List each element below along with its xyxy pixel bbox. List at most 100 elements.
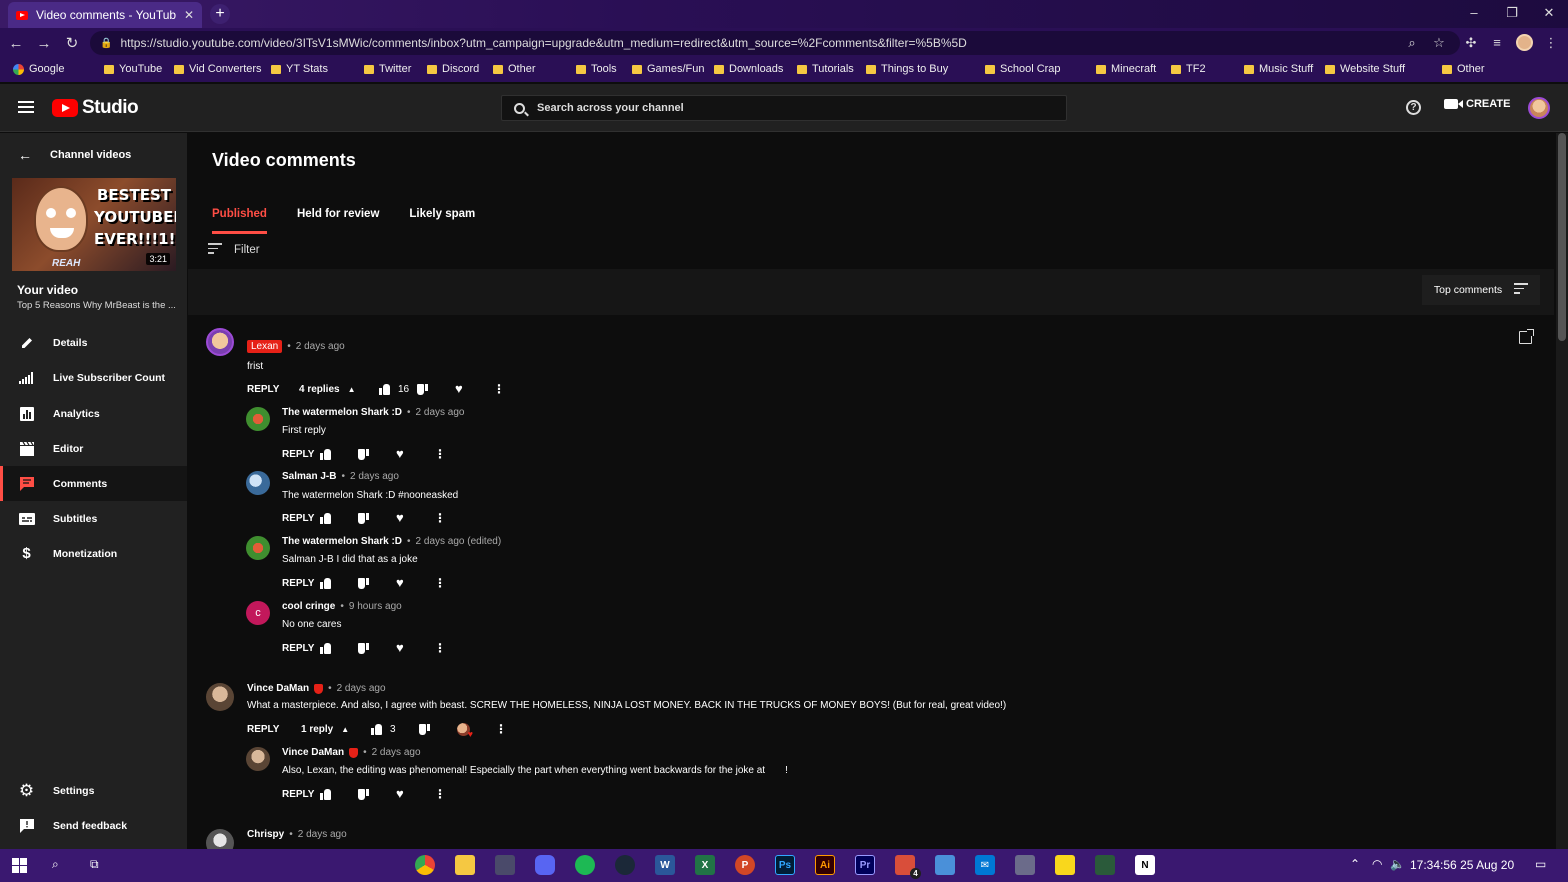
author-name[interactable]: Vince DaMan <box>282 747 344 758</box>
bookmark-item[interactable]: Google <box>13 58 64 80</box>
help-icon[interactable]: ? <box>1406 100 1421 115</box>
avatar[interactable] <box>246 747 270 771</box>
excel-icon[interactable]: X <box>695 855 715 875</box>
bookmark-star-icon[interactable]: ☆ <box>1426 28 1452 58</box>
reply-button[interactable]: REPLY <box>282 449 320 460</box>
browser-profile-avatar[interactable] <box>1516 34 1533 51</box>
chrome-icon[interactable] <box>415 855 435 875</box>
author-name[interactable]: Chrispy <box>247 829 284 840</box>
author-name[interactable]: cool cringe <box>282 601 335 612</box>
sidebar-item-editor[interactable]: Editor <box>0 431 187 466</box>
avatar[interactable] <box>206 328 234 356</box>
sidebar-item-live-subscriber-count[interactable]: Live Subscriber Count <box>0 360 187 395</box>
sidebar-item-monetization[interactable]: $ Monetization <box>0 536 187 571</box>
dislike-button[interactable] <box>358 578 396 589</box>
menu-icon[interactable] <box>18 101 34 113</box>
powerpoint-icon[interactable]: P <box>735 855 755 875</box>
address-bar[interactable]: 🔒 https://studio.youtube.com/video/3ITsV… <box>90 31 1460 55</box>
photoshop-icon[interactable]: Ps <box>775 855 795 875</box>
tab-held-for-review[interactable]: Held for review <box>297 208 379 234</box>
account-avatar[interactable] <box>1528 97 1550 119</box>
bookmark-item[interactable]: Discord <box>427 58 479 80</box>
dislike-button[interactable] <box>358 513 396 524</box>
sidebar-item-comments[interactable]: Comments <box>0 466 187 501</box>
calculator-icon[interactable] <box>1015 855 1035 875</box>
like-button[interactable]: 3 <box>371 723 419 735</box>
avatar[interactable] <box>206 683 234 711</box>
sort-dropdown[interactable]: Top comments <box>1422 275 1540 305</box>
more-options-button[interactable]: ⋮ <box>495 722 533 736</box>
reload-button[interactable]: ↻ <box>60 34 84 52</box>
notifications-icon[interactable]: ▭ <box>1535 857 1546 871</box>
bookmark-item[interactable]: Twitter <box>364 58 411 80</box>
dislike-button[interactable] <box>417 384 455 395</box>
author-name[interactable]: Vince DaMan <box>247 683 309 694</box>
notepad-icon[interactable] <box>935 855 955 875</box>
sidebar-item-settings[interactable]: ⚙ Settings <box>0 773 187 808</box>
word-icon[interactable]: W <box>655 855 675 875</box>
steam-icon[interactable] <box>615 855 635 875</box>
bookmark-item[interactable]: Tutorials <box>797 58 854 80</box>
tab-likely-spam[interactable]: Likely spam <box>409 208 475 234</box>
search-box[interactable] <box>501 95 1067 121</box>
sidebar-item-analytics[interactable]: Analytics <box>0 396 187 431</box>
author-badge[interactable]: Lexan <box>247 340 283 353</box>
search-input[interactable] <box>537 102 937 114</box>
filter-button[interactable]: Filter <box>208 243 260 257</box>
more-options-button[interactable]: ⋮ <box>434 787 472 801</box>
zoom-icon[interactable]: ⌕ <box>1399 28 1425 58</box>
bookmark-item[interactable]: Music Stuff <box>1244 58 1313 80</box>
discord-icon[interactable] <box>535 855 555 875</box>
volume-icon[interactable]: 🔈 <box>1390 857 1405 871</box>
task-view-icon[interactable]: ⧉ <box>90 857 99 872</box>
spotify-icon[interactable] <box>575 855 595 875</box>
bookmark-item[interactable]: School Crap <box>985 58 1061 80</box>
taskbar-search-icon[interactable]: ⌕ <box>52 857 59 872</box>
more-options-button[interactable]: ⋮ <box>434 511 472 525</box>
dislike-button[interactable] <box>419 724 457 735</box>
studio-logo[interactable]: Studio <box>52 97 139 119</box>
toggle-replies-button[interactable]: 1 reply ▲ <box>301 724 371 735</box>
avatar[interactable] <box>246 407 270 431</box>
new-tab-button[interactable]: + <box>210 4 230 24</box>
heart-button[interactable]: ♥ <box>455 382 493 395</box>
avatar[interactable] <box>206 829 234 849</box>
sticky-notes-icon[interactable] <box>1055 855 1075 875</box>
show-hidden-icons-icon[interactable]: ⌃ <box>1350 857 1360 871</box>
bookmark-item[interactable]: YouTube <box>104 58 162 80</box>
like-button[interactable]: 16 <box>379 383 417 395</box>
reply-button[interactable]: REPLY <box>282 578 320 589</box>
notion-icon[interactable]: N <box>1135 855 1155 875</box>
author-name[interactable]: The watermelon Shark :D <box>282 407 402 418</box>
bookmark-item[interactable]: Tools <box>576 58 617 80</box>
windows-start-icon[interactable] <box>12 858 27 873</box>
bookmark-item[interactable]: Other <box>493 58 536 80</box>
dislike-button[interactable] <box>358 643 396 654</box>
reply-button[interactable]: REPLY <box>282 513 320 524</box>
heart-button[interactable]: ♥ <box>396 511 434 524</box>
channel-videos-link[interactable]: ← Channel videos <box>18 147 131 163</box>
more-options-button[interactable]: ⋮ <box>434 576 472 590</box>
author-name[interactable]: Salman J-B <box>282 471 336 482</box>
bookmark-item[interactable]: Other <box>1442 58 1485 80</box>
video-thumbnail[interactable]: BESTEST YOUTUBER EVER!!!1!1 REAH 3:21 <box>12 178 176 271</box>
create-button[interactable]: CREATE <box>1444 98 1510 110</box>
reply-button[interactable]: REPLY <box>282 789 320 800</box>
minimize-button[interactable]: – <box>1455 0 1493 28</box>
like-button[interactable] <box>320 788 358 800</box>
bookmark-item[interactable]: Minecraft <box>1096 58 1156 80</box>
heart-button[interactable]: ♥ <box>396 576 434 589</box>
heart-button[interactable]: ♥ <box>396 641 434 654</box>
reply-button[interactable]: REPLY <box>282 643 320 654</box>
bookmark-item[interactable]: Website Stuff <box>1325 58 1405 80</box>
avatar[interactable] <box>246 536 270 560</box>
page-scrollbar[interactable] <box>1556 133 1568 849</box>
media-control-icon[interactable]: ≡ <box>1484 28 1510 58</box>
like-button[interactable] <box>320 577 358 589</box>
bookmark-item[interactable]: Games/Fun <box>632 58 704 80</box>
author-name[interactable]: The watermelon Shark :D <box>282 536 402 547</box>
forward-button[interactable]: → <box>32 35 56 52</box>
dislike-button[interactable] <box>358 789 396 800</box>
back-button[interactable]: ← <box>4 35 28 52</box>
bookmark-item[interactable]: Things to Buy <box>866 58 948 80</box>
